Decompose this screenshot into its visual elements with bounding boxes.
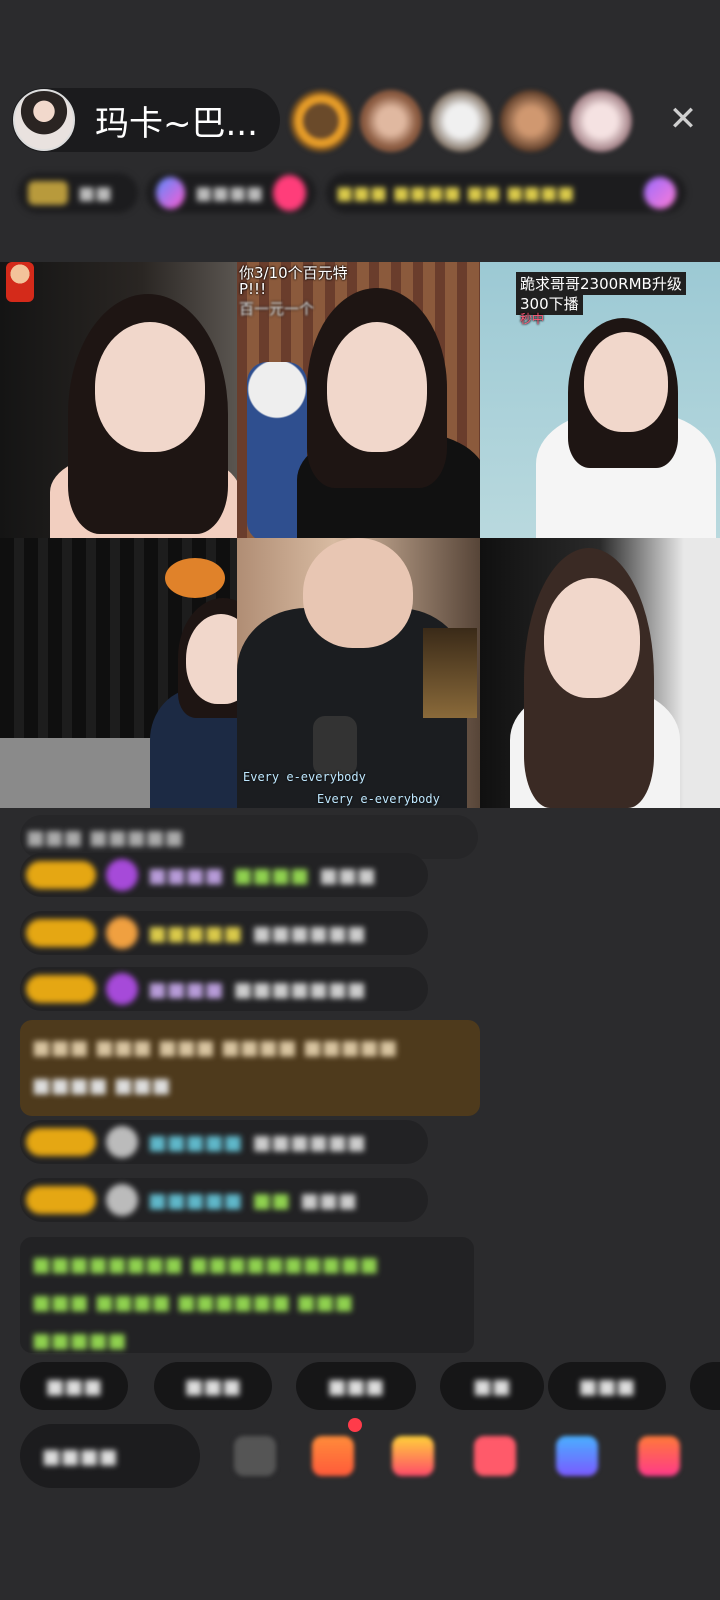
gift-box-icon[interactable] bbox=[312, 1436, 354, 1476]
viewer-avatar[interactable] bbox=[430, 90, 492, 152]
multi-guest-video-grid: 你3/10个百元特 P!!! 百一元一个 跪求哥哥2300RMB升级 300下播… bbox=[0, 262, 720, 808]
game-icon[interactable] bbox=[474, 1436, 516, 1476]
viewer-avatar[interactable] bbox=[360, 90, 422, 152]
microphone bbox=[313, 716, 357, 776]
chat-message[interactable]: ■■■■ ■■■■■■■ bbox=[20, 967, 428, 1011]
share-icon[interactable] bbox=[556, 1436, 598, 1476]
tile5-caption-b: Every e-everybody bbox=[317, 792, 440, 806]
host-avatar[interactable] bbox=[13, 89, 75, 151]
quick-reply-chip[interactable] bbox=[690, 1362, 720, 1410]
tile3-small-tag: 秒中 bbox=[520, 312, 545, 326]
quick-reply-row: ■■■ ■■■ ■■■ ■■ ■■■ bbox=[20, 1362, 720, 1412]
video-tile-1[interactable] bbox=[0, 262, 237, 538]
video-tile-5[interactable]: Every e-everybody Every e-everybody bbox=[237, 538, 480, 808]
tile2-banner-line2: P!!! bbox=[239, 280, 267, 298]
video-tile-6[interactable] bbox=[480, 538, 720, 808]
tile2-banner-line3: 百一元一个 bbox=[239, 300, 315, 318]
rank-badge[interactable]: ■■ bbox=[18, 173, 138, 213]
video-tile-4[interactable] bbox=[0, 538, 237, 808]
close-icon[interactable]: ✕ bbox=[668, 102, 698, 136]
chat-message[interactable]: ■■■■■ ■■ ■■■ bbox=[20, 1178, 428, 1222]
host-name: 玛卡~巴... bbox=[95, 103, 258, 144]
host-info-pill[interactable]: 玛卡~巴... bbox=[12, 88, 280, 152]
bear-ears-sticker bbox=[165, 558, 225, 598]
activity-chip[interactable]: ■■■ ■■■■ ■■ ■■■■ bbox=[326, 173, 686, 213]
quick-reply-chip[interactable]: ■■■ bbox=[296, 1362, 416, 1410]
chat-message-highlight[interactable]: ■■■ ■■■ ■■■ ■■■■ ■■■■■ ■■■■ ■■■ bbox=[20, 1020, 480, 1116]
chat-message[interactable]: ■■■■ ■■■■ ■■■ bbox=[20, 853, 428, 897]
chat-message[interactable]: ■■■■■ ■■■■■■ bbox=[20, 911, 428, 955]
chat-input[interactable]: ■■■■ bbox=[20, 1424, 200, 1488]
video-tile-3[interactable]: 跪求哥哥2300RMB升级 300下播 秒中 bbox=[480, 262, 720, 538]
top-viewers-list bbox=[290, 90, 640, 152]
emoji-icon[interactable] bbox=[234, 1436, 276, 1476]
video-tile-2[interactable]: 你3/10个百元特 P!!! 百一元一个 bbox=[237, 262, 480, 538]
popularity-chip[interactable]: ■■■■ bbox=[146, 173, 316, 213]
system-notice: ■■■■■■■■ ■■■■■■■■■■ ■■■ ■■■■ ■■■■■■ ■■■ ■■… bbox=[20, 1237, 474, 1353]
tile5-caption-a: Every e-everybody bbox=[243, 770, 366, 784]
gift-icon[interactable] bbox=[392, 1436, 434, 1476]
viewer-avatar[interactable] bbox=[570, 90, 632, 152]
viewer-avatar[interactable] bbox=[500, 90, 562, 152]
warrior-sticker bbox=[423, 628, 477, 718]
quick-reply-chip[interactable]: ■■■ bbox=[20, 1362, 128, 1410]
quick-reply-chip[interactable]: ■■■ bbox=[154, 1362, 272, 1410]
chat-message[interactable]: ■■■■■ ■■■■■■ bbox=[20, 1120, 428, 1164]
stream-info-row: ■■ ■■■■ ■■■ ■■■■ ■■ ■■■■ bbox=[18, 168, 700, 218]
more-icon[interactable] bbox=[638, 1436, 680, 1476]
fortune-god-sticker bbox=[6, 262, 34, 302]
quick-reply-chip[interactable]: ■■■ bbox=[548, 1362, 666, 1410]
quick-reply-chip[interactable]: ■■ bbox=[440, 1362, 544, 1410]
viewer-avatar[interactable] bbox=[290, 90, 352, 152]
notification-dot bbox=[348, 1418, 362, 1432]
